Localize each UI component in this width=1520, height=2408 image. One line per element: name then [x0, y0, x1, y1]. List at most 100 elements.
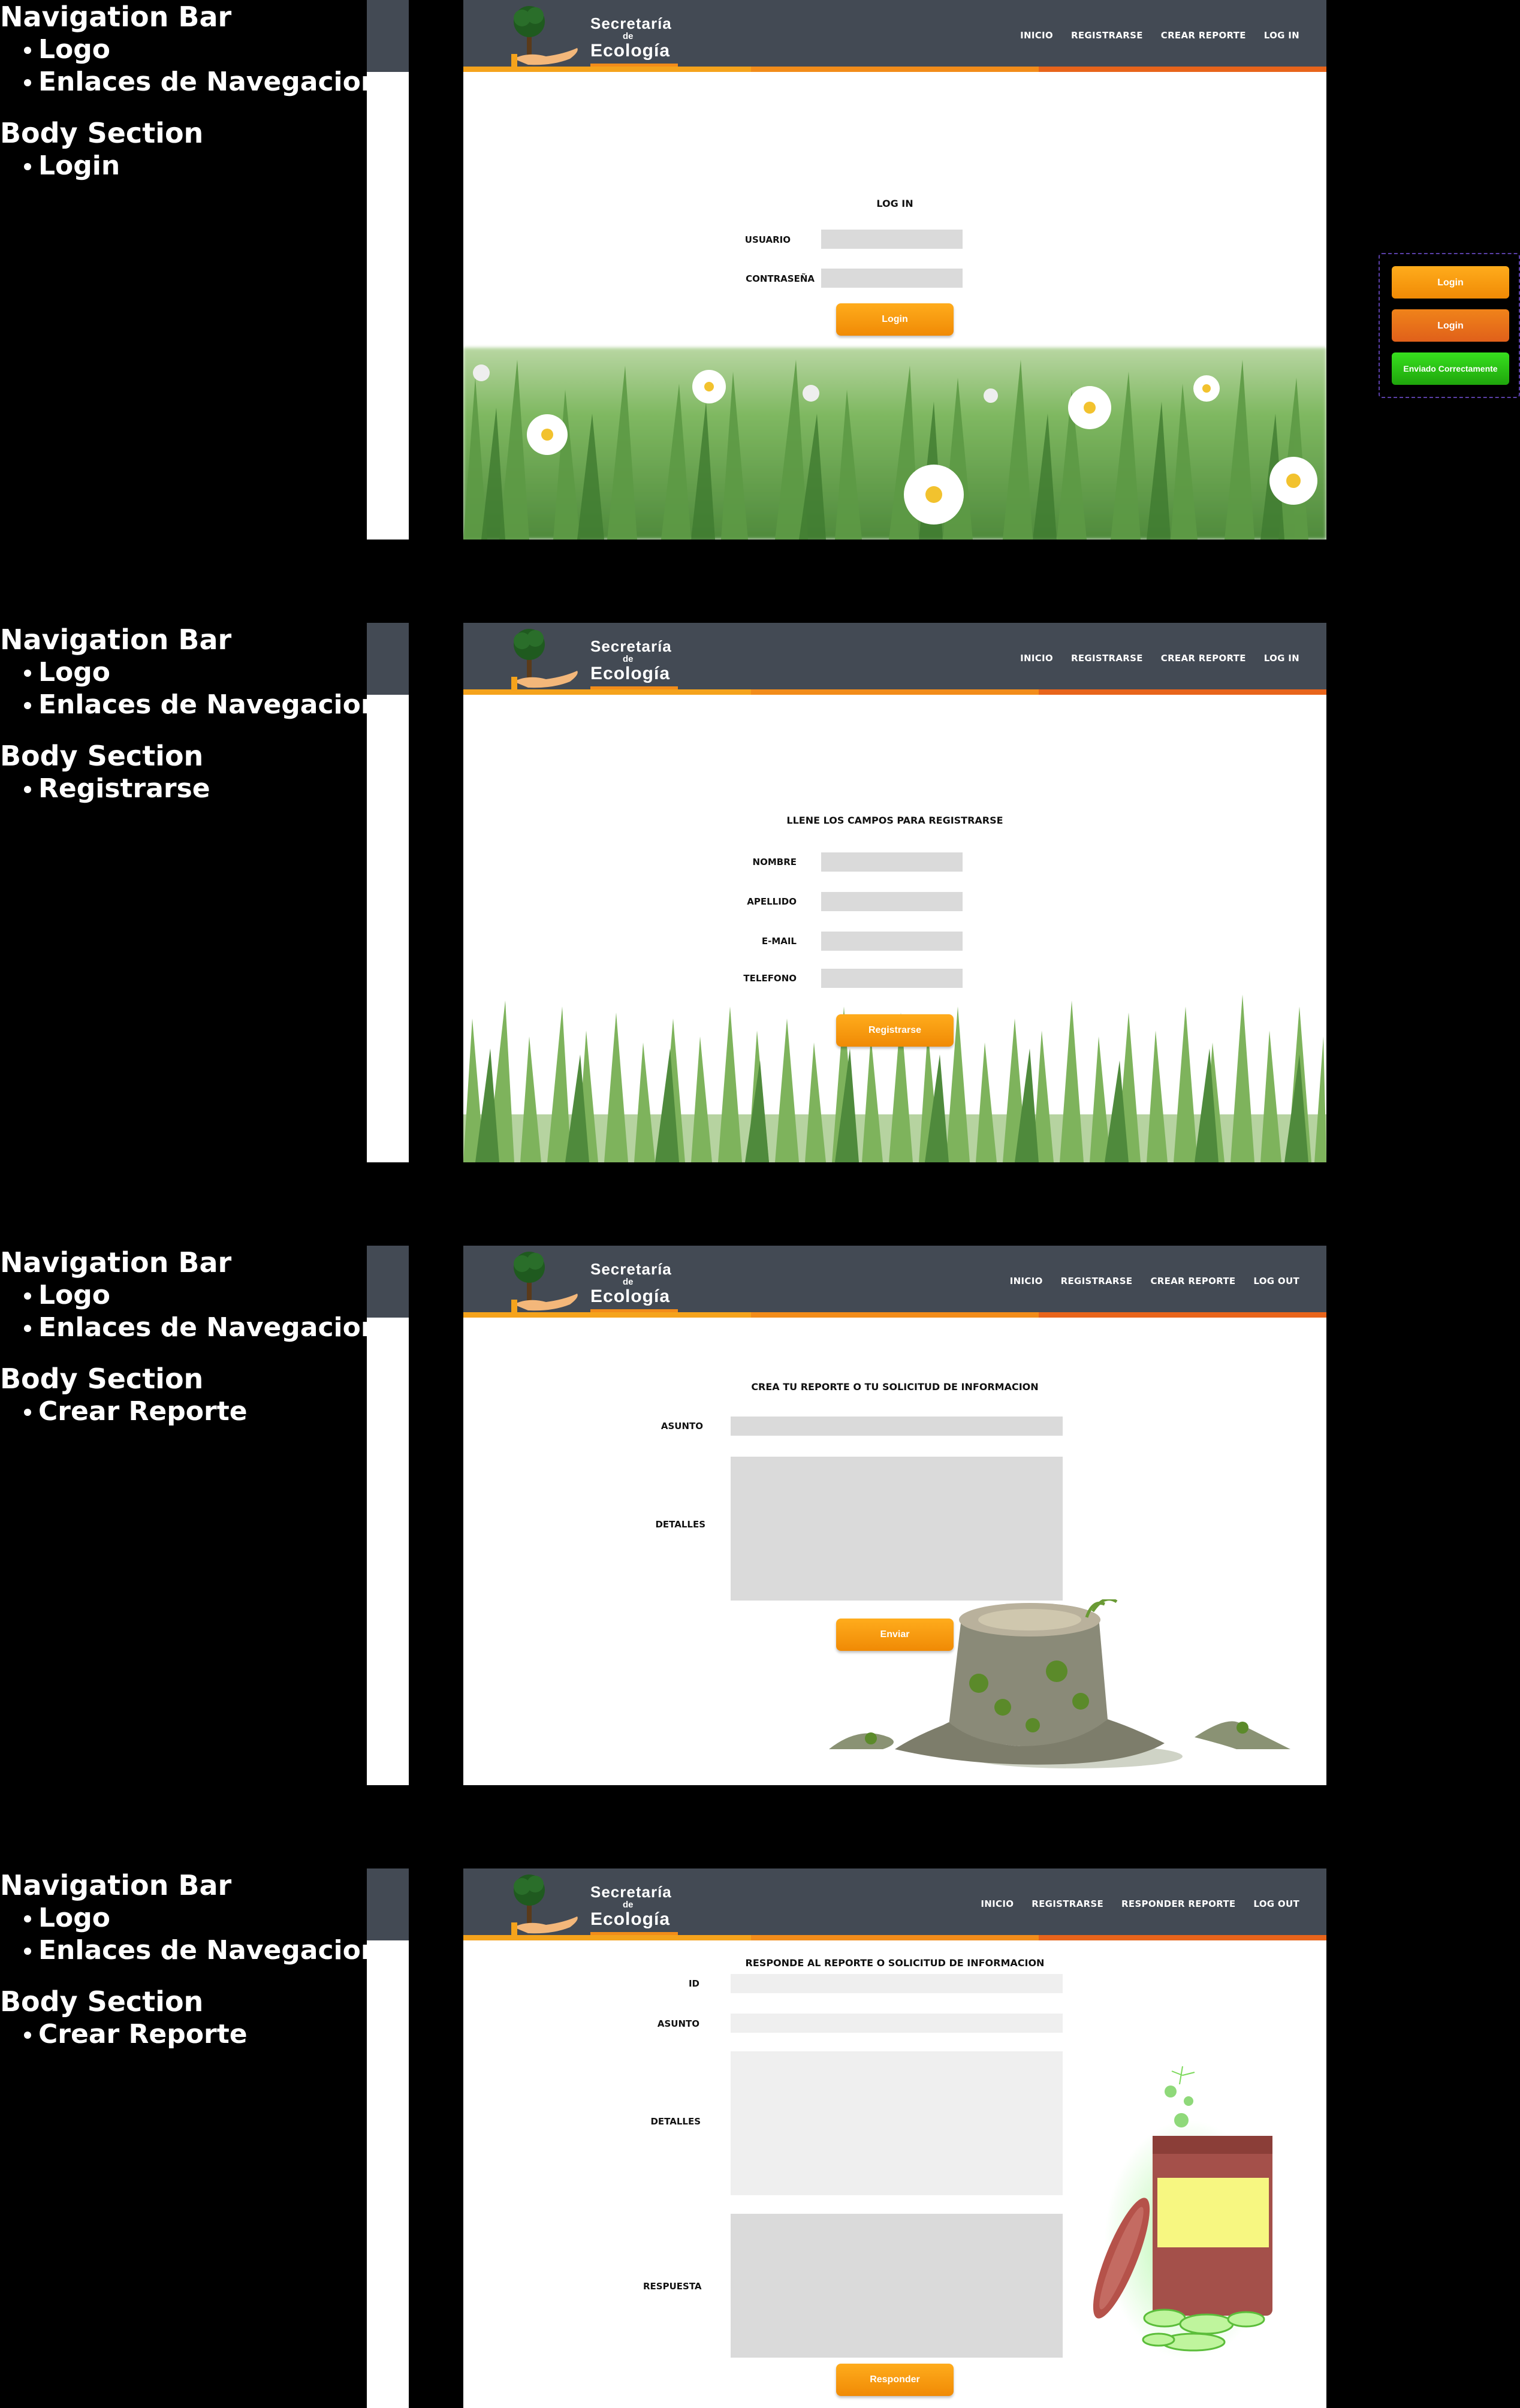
- tree-hand-icon: [511, 1252, 578, 1313]
- responder-button[interactable]: Responder: [836, 2364, 954, 2396]
- nav-link-crear-reporte[interactable]: CREAR REPORTE: [1161, 30, 1246, 41]
- telefono-input[interactable]: [821, 969, 963, 988]
- form-title: LOG IN: [876, 198, 913, 209]
- annotation-heading: Navigation Bar: [0, 1869, 232, 1901]
- logo-title-line1: Secretaría: [590, 14, 672, 32]
- annotation-item: Enlaces de Navegacion: [24, 66, 379, 98]
- logo-title-line1: Secretaría: [590, 637, 672, 655]
- nav-link-inicio[interactable]: INICIO: [981, 1898, 1014, 1909]
- nav-link-registrarse[interactable]: REGISTRARSE: [1071, 30, 1143, 41]
- nav-links: INICIO REGISTRARSE CREAR REPORTE LOG OUT: [1010, 1276, 1299, 1286]
- field-label-usuario: USUARIO: [744, 234, 791, 245]
- login-button-default[interactable]: Login: [1392, 266, 1509, 299]
- field-label-nombre: NOMBRE: [752, 857, 797, 867]
- sent-success-button: Enviado Correctamente: [1392, 352, 1509, 385]
- nav-link-registrarse[interactable]: REGISTRARSE: [1061, 1276, 1133, 1286]
- logo[interactable]: Secretaría de Ecología: [510, 626, 696, 691]
- usuario-input[interactable]: [821, 230, 963, 249]
- logo[interactable]: Secretaría de Ecología: [510, 1249, 696, 1314]
- annotation-heading: Navigation Bar: [0, 623, 232, 656]
- annotation-heading: Body Section: [0, 740, 204, 772]
- logo-title-line3: Ecología: [590, 41, 671, 61]
- nav-link-responder-reporte[interactable]: RESPONDER REPORTE: [1121, 1898, 1235, 1909]
- field-label-detalles: DETALLES: [650, 2116, 701, 2127]
- field-label-id: ID: [688, 1978, 699, 1989]
- nombre-input[interactable]: [821, 852, 963, 872]
- logo-title-line2: de: [623, 654, 634, 664]
- nav-link-crear-reporte[interactable]: CREAR REPORTE: [1150, 1276, 1235, 1286]
- nav-link-log-out[interactable]: LOG OUT: [1253, 1276, 1299, 1286]
- respuesta-textarea[interactable]: [731, 2214, 1063, 2358]
- nav-accent-stripe: [463, 67, 1326, 72]
- mobile-nav-bar: [367, 1246, 409, 1318]
- field-label-telefono: TELEFONO: [743, 973, 797, 984]
- mobile-preview-strip: [367, 623, 409, 1162]
- nav-link-log-out[interactable]: LOG OUT: [1253, 1898, 1299, 1909]
- field-label-respuesta: RESPUESTA: [643, 2281, 702, 2292]
- grass-daisies-illustration: [463, 348, 1326, 540]
- annotation-item: Enlaces de Navegacion: [24, 689, 379, 721]
- mobile-preview-strip: [367, 1246, 409, 1785]
- nav-accent-stripe: [463, 1935, 1326, 1940]
- nav-links: INICIO REGISTRARSE CREAR REPORTE LOG IN: [1020, 30, 1299, 41]
- nav-link-inicio[interactable]: INICIO: [1020, 30, 1053, 41]
- nav-link-inicio[interactable]: INICIO: [1020, 653, 1053, 664]
- respond-report-screen: Secretaría de Ecología INICIO REGISTRARS…: [463, 1868, 1326, 2408]
- form-title: RESPONDE AL REPORTE O SOLICITUD DE INFOR…: [745, 1957, 1045, 1969]
- field-label-apellido: APELLIDO: [747, 896, 797, 907]
- tree-hand-icon: [511, 1874, 578, 1936]
- tree-hand-icon: [511, 6, 578, 67]
- annotation-item: Enlaces de Navegacion: [24, 1312, 379, 1344]
- annotation-heading: Body Section: [0, 1985, 204, 2018]
- button-states-panel: Login Login Enviado Correctamente: [1379, 253, 1520, 398]
- annotation-item: Logo: [24, 34, 379, 66]
- logo-title-line2: de: [623, 31, 634, 41]
- create-report-screen: Secretaría de Ecología INICIO REGISTRARS…: [463, 1246, 1326, 1785]
- logo-title-line2: de: [623, 1900, 634, 1910]
- login-button-hover[interactable]: Login: [1392, 309, 1509, 342]
- nav-link-registrarse[interactable]: REGISTRARSE: [1071, 653, 1143, 664]
- detalles-textarea[interactable]: [731, 1457, 1063, 1601]
- nav-bar: Secretaría de Ecología INICIO REGISTRARS…: [463, 1246, 1326, 1318]
- registrarse-button[interactable]: Registrarse: [836, 1014, 954, 1047]
- annotation-item: Login: [24, 150, 379, 182]
- logo-title-line1: Secretaría: [590, 1260, 672, 1278]
- mobile-nav-bar: [367, 0, 409, 72]
- logo[interactable]: Secretaría de Ecología: [510, 1872, 696, 1937]
- annotation-item: Registrarse: [24, 773, 379, 805]
- tree-hand-icon: [511, 629, 578, 690]
- logo[interactable]: Secretaría de Ecología: [510, 4, 696, 68]
- mobile-preview-strip: [367, 1868, 409, 2408]
- apellido-input[interactable]: [821, 892, 963, 911]
- logo-title-line3: Ecología: [590, 1286, 671, 1306]
- annotation-heading: Navigation Bar: [0, 1, 232, 33]
- enviar-button[interactable]: Enviar: [836, 1619, 954, 1651]
- asunto-input[interactable]: [731, 1417, 1063, 1436]
- nav-link-inicio[interactable]: INICIO: [1010, 1276, 1043, 1286]
- logo-title-line1: Secretaría: [590, 1883, 672, 1901]
- register-screen: Secretaría de Ecología INICIO REGISTRARS…: [463, 623, 1326, 1162]
- field-label-contrasena: CONTRASEÑA: [746, 273, 815, 284]
- contrasena-input[interactable]: [821, 269, 963, 288]
- mobile-nav-bar: [367, 1868, 409, 1940]
- annotation-block: Navigation Bar Logo Enlaces de Navegacion…: [0, 1868, 379, 2051]
- nav-link-registrarse[interactable]: REGISTRARSE: [1032, 1898, 1103, 1909]
- field-label-asunto: ASUNTO: [657, 2018, 699, 2029]
- logo-title-line2: de: [623, 1277, 634, 1287]
- nav-bar: Secretaría de Ecología INICIO REGISTRARS…: [463, 623, 1326, 695]
- annotation-item: Logo: [24, 1902, 379, 1934]
- login-screen: Secretaría de Ecología INICIO REGISTRARS…: [463, 0, 1326, 540]
- annotation-item: Logo: [24, 1279, 379, 1312]
- nav-link-crear-reporte[interactable]: CREAR REPORTE: [1161, 653, 1246, 664]
- nav-bar: Secretaría de Ecología INICIO REGISTRARS…: [463, 0, 1326, 72]
- annotation-item: Crear Reporte: [24, 1396, 379, 1428]
- field-label-asunto: ASUNTO: [661, 1421, 703, 1431]
- nav-link-log-in[interactable]: LOG IN: [1264, 30, 1299, 41]
- login-button[interactable]: Login: [836, 303, 954, 336]
- nav-link-log-in[interactable]: LOG IN: [1264, 653, 1299, 664]
- nav-accent-stripe: [463, 1312, 1326, 1318]
- email-input[interactable]: [821, 932, 963, 951]
- mobile-preview-strip: [367, 0, 409, 540]
- logo-title-line3: Ecología: [590, 664, 671, 683]
- nav-links: INICIO REGISTRARSE RESPONDER REPORTE LOG…: [981, 1898, 1299, 1909]
